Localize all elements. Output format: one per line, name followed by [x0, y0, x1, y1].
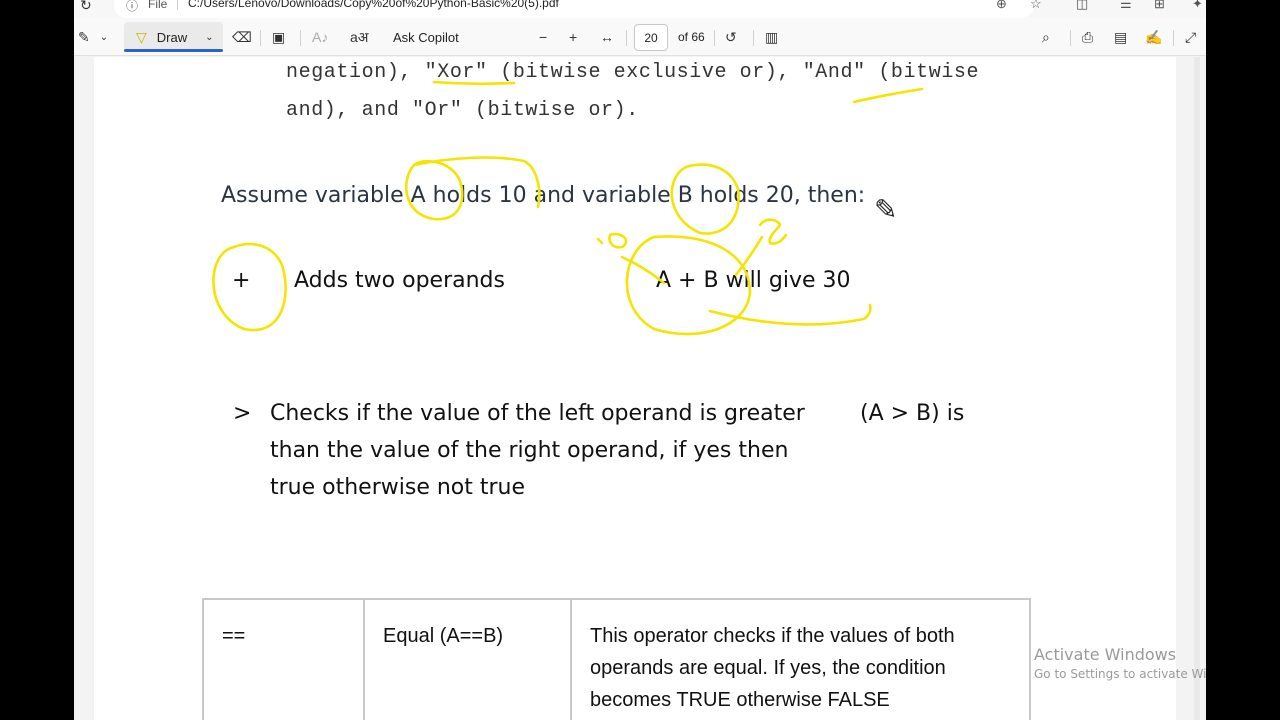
highlight-tool[interactable]: ✎ ⌄: [78, 18, 108, 56]
address-bar: ↻ ⓘ File C:/Users/Lenovo/Downloads/Copy%…: [74, 0, 1206, 18]
extensions-icon[interactable]: ✦: [1192, 0, 1203, 12]
plus-icon: +: [569, 29, 578, 45]
plus-description: Adds two operands: [294, 268, 505, 293]
doc-line-2: and), and "Or" (bitwise or).: [286, 99, 639, 122]
page-total: of 66: [678, 30, 705, 44]
toolbar-divider: [1173, 30, 1174, 46]
table-description-line: This operator checks if the values of bo…: [590, 625, 955, 647]
zoom-in-button[interactable]: +: [569, 18, 577, 56]
doc-line-1-part: (bitwise: [865, 61, 980, 84]
draw-active-indicator: [124, 49, 223, 52]
toolbar-divider: [626, 30, 627, 46]
activate-windows-title: Activate Windows: [1034, 645, 1177, 664]
translate-icon: aअ: [350, 28, 369, 45]
plus-example: A + B will give 30: [656, 268, 851, 293]
print-icon: ⎙: [1082, 28, 1094, 45]
highlighter-icon: ✎: [78, 28, 90, 45]
toolbar-divider: [1070, 30, 1071, 46]
save-icon: ▤: [1114, 28, 1128, 45]
ask-copilot-label: Ask Copilot: [393, 29, 459, 45]
save-button[interactable]: ▤: [1114, 18, 1127, 56]
toolbar-divider: [260, 30, 261, 46]
rotate-button[interactable]: ↺: [725, 18, 737, 56]
chevron-down-icon[interactable]: ⌄: [205, 32, 213, 43]
read-aloud-button[interactable]: A♪: [312, 18, 328, 56]
favorites-icon[interactable]: ☰: [1120, 0, 1132, 12]
doc-line-1-part: negation),: [286, 61, 425, 84]
toolbar-divider: [300, 30, 301, 46]
doc-and-token: "And": [802, 61, 866, 84]
expand-icon: ⤢: [1185, 28, 1197, 45]
translate-button[interactable]: aअ: [350, 18, 368, 56]
pdf-toolbar: ✎ ⌄ ▽ Draw ⌄ ⌫ ▣ A♪ aअ Ask Copilot − + ↔…: [74, 18, 1206, 56]
refresh-icon[interactable]: ↻: [80, 0, 92, 14]
toolbar-divider: [753, 30, 754, 46]
chevron-down-icon[interactable]: ⌄: [100, 32, 108, 43]
fullscreen-button[interactable]: ⤢: [1185, 18, 1196, 56]
search-icon: ⌕: [1042, 28, 1050, 45]
text-box-icon: ▣: [272, 28, 286, 45]
table-row: == Equal (A==B) This operator checks if …: [202, 598, 1031, 720]
favorite-star-icon[interactable]: ☆: [1030, 0, 1042, 12]
toolbar-divider: [714, 30, 715, 46]
text-box-button[interactable]: ▣: [272, 18, 285, 56]
rotate-icon: ↺: [725, 28, 737, 45]
pdf-viewer-window: ↻ ⓘ File C:/Users/Lenovo/Downloads/Copy%…: [74, 0, 1206, 720]
url-text[interactable]: C:/Users/Lenovo/Downloads/Copy%20of%20Py…: [188, 0, 559, 10]
gt-description-2: than the value of the right operand, if …: [270, 438, 789, 463]
draw-button[interactable]: ▽ Draw ⌄: [124, 22, 223, 52]
read-aloud-icon: A♪: [312, 29, 329, 45]
page-view-button[interactable]: ▥: [765, 18, 778, 56]
table-description-line: operands are equal. If yes, the conditio…: [590, 657, 946, 679]
file-label: File: [148, 0, 168, 11]
split-screen-icon[interactable]: ◫: [1076, 0, 1088, 12]
assume-text: Assume variable A holds 10 and variable …: [221, 183, 866, 208]
doc-line-1: negation), "Xor" (bitwise exclusive or),…: [286, 61, 979, 84]
page-view-icon: ▥: [765, 28, 779, 45]
save-as-icon: ✍: [1145, 28, 1163, 45]
save-as-button[interactable]: ✍: [1145, 18, 1162, 56]
gt-example: (A > B) is: [860, 401, 965, 426]
table-cell-name: Equal (A==B): [363, 598, 572, 720]
gt-symbol: >: [233, 401, 252, 426]
pen-cursor-icon: ✎: [874, 193, 898, 226]
activate-windows-subtitle: Go to Settings to activate Windows.: [1034, 667, 1206, 681]
table-cell-description: This operator checks if the values of bo…: [570, 598, 1031, 720]
search-button[interactable]: ⌕: [1042, 18, 1050, 56]
page-number-input[interactable]: [634, 24, 668, 51]
draw-pen-icon: ▽: [136, 28, 147, 45]
document-view[interactable]: negation), "Xor" (bitwise exclusive or),…: [74, 57, 1206, 720]
table-description-line: becomes TRUE otherwise FALSE: [590, 689, 890, 711]
operator-table: == Equal (A==B) This operator checks if …: [202, 598, 1031, 720]
gt-description-3: true otherwise not true: [270, 475, 526, 500]
info-icon[interactable]: ⓘ: [126, 0, 138, 14]
url-separator: [177, 0, 178, 10]
ask-copilot-button[interactable]: Ask Copilot: [393, 18, 459, 56]
minus-icon: −: [539, 29, 548, 45]
draw-label: Draw: [156, 29, 188, 45]
plus-symbol: +: [232, 268, 251, 293]
collections-icon[interactable]: ⊞: [1154, 0, 1165, 12]
zoom-icon[interactable]: ⊕: [996, 0, 1007, 12]
doc-line-1-part: (bitwise exclusive or),: [487, 61, 803, 84]
eraser-icon: ⌫: [232, 28, 252, 45]
gt-description-1: Checks if the value of the left operand …: [270, 401, 805, 426]
scrollbar[interactable]: [1194, 57, 1200, 720]
table-cell-operator: ==: [202, 598, 365, 720]
eraser-button[interactable]: ⌫: [232, 18, 252, 56]
fit-page-button[interactable]: ↔: [600, 18, 614, 56]
fit-page-icon: ↔: [600, 29, 614, 45]
zoom-out-button[interactable]: −: [539, 18, 547, 56]
print-button[interactable]: ⎙: [1082, 18, 1093, 56]
doc-xor-token: "Xor": [424, 61, 488, 84]
